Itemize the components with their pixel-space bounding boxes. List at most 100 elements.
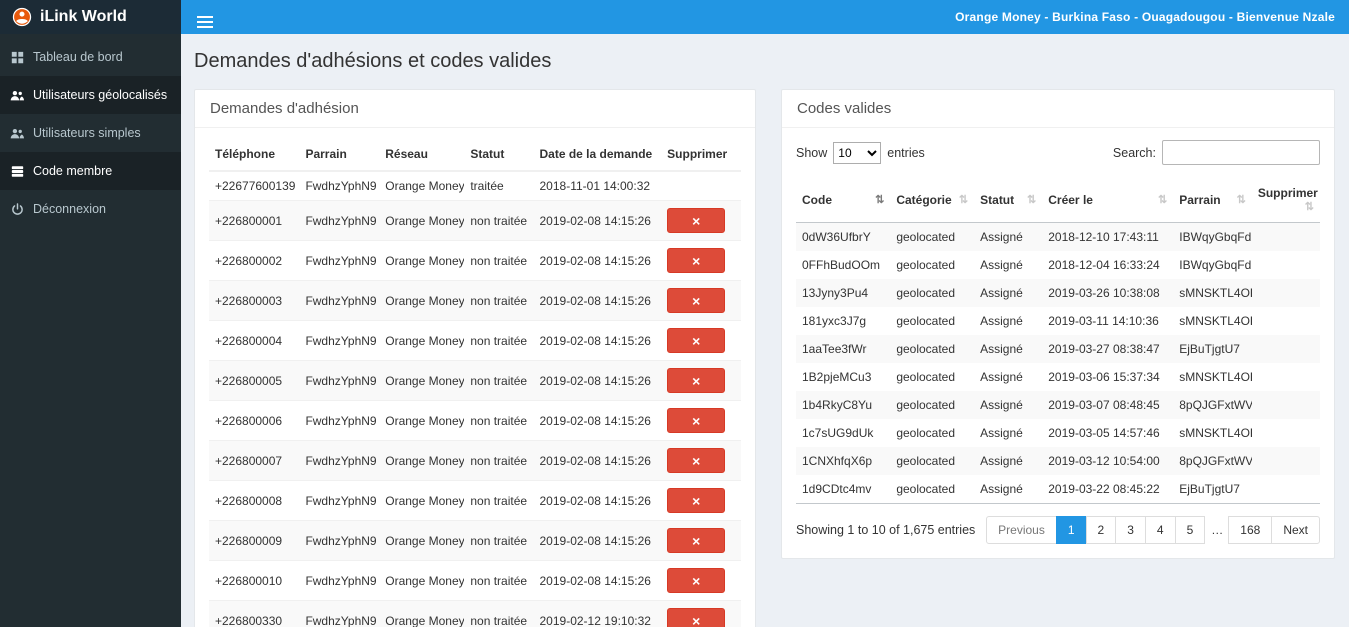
show-label: Show [796,145,828,160]
sidebar-item-utilisateurs-simples[interactable]: Utilisateurs simples [0,114,181,152]
pagination-next-button[interactable]: Next [1271,516,1320,544]
delete-cell: × [661,560,741,601]
statut-cell: non traitée [464,360,534,401]
sort-icon: ⇅ [875,193,885,206]
reseau-cell: Orange Money [379,600,465,627]
x-icon: × [692,332,701,349]
date-cell: 2019-03-26 10:38:08 [1048,286,1160,300]
codes-column-header-0[interactable]: Code ⇅ [796,177,891,223]
pagination-page-5[interactable]: 5 [1174,516,1206,544]
navbar: Orange Money - Burkina Faso - Ouagadougo… [181,0,1349,34]
sidebar: Tableau de bord Utilisateurs géolocalisés… [0,34,181,627]
adhesions-panel-title: Demandes d'adhésion [195,90,755,128]
reseau-cell: Orange Money [379,170,465,201]
codes-column-header-4[interactable]: Parrain ⇅ [1173,177,1252,223]
code-row: 1d9CDtc4mv geolocated Assigné 2019-03-22 08… [796,475,1320,504]
codes-column-header-2[interactable]: Statut ⇅ [974,177,1043,223]
date-cell: 2019-02-08 14:15:26 [533,280,662,321]
pagination-page-1[interactable]: 1 [1055,516,1087,544]
adhesions-panel-body: Téléphone Parrain Réseau Statut Date de la d… [195,128,755,627]
delete-button[interactable]: × [667,328,726,353]
date-cell: 2019-02-08 14:15:26 [533,200,662,241]
parrain-cell: sMNSKTL4OR [1179,426,1252,440]
date-cell: 2019-03-05 14:57:46 [1048,426,1160,440]
date-cell: 2019-03-27 08:38:47 [1048,342,1160,356]
date-cell: 2019-03-22 08:45:22 [1048,482,1160,496]
statut-cell: non traitée [464,560,534,601]
adhesion-row: +226800001 FwdhzYphN9 Orange Money non trai… [209,200,741,241]
phone-cell: +226800001 [209,200,300,241]
x-icon: × [692,372,701,389]
sidebar-item-label: Déconnexion [33,202,106,216]
adhesion-row: +226800006 FwdhzYphN9 Orange Money non trai… [209,400,741,441]
delete-button[interactable]: × [667,608,726,627]
adhesions-column-header-2: Réseau [379,138,465,172]
code-row: 0FFhBudOOm geolocated Assigné 2018-12-04 16… [796,251,1320,279]
codes-column-header-5[interactable]: Supprimer ⇅ [1251,177,1320,223]
categorie-cell: geolocated [896,342,956,356]
pagination-page-168[interactable]: 168 [1228,516,1273,544]
code-row: 181yxc3J7g geolocated Assigné 2019-03-11 14… [796,307,1320,335]
sort-icon: ⇅ [1027,193,1037,206]
sidebar-item-label: Tableau de bord [33,50,123,64]
pagination-ellipsis: … [1205,516,1229,544]
pagination-previous-button[interactable]: Previous [986,516,1057,544]
statut-cell: Assigné [980,258,1023,272]
statut-cell: non traitée [464,440,534,481]
codes-column-header-3[interactable]: Créer le ⇅ [1042,177,1174,223]
categorie-cell: geolocated [896,398,956,412]
column-label: Catégorie [896,192,952,207]
date-cell: 2019-02-08 14:15:26 [533,360,662,401]
statut-cell: non traitée [464,240,534,281]
code-cell: 1aaTee3fWr [802,342,867,356]
delete-button[interactable]: × [667,208,726,233]
geo-users-icon [10,89,24,102]
delete-button[interactable]: × [667,408,726,433]
search-control: Search: [1113,140,1320,165]
codes-panel-title: Codes valides [782,90,1334,128]
sidebar-item-tableau-de-bord[interactable]: Tableau de bord [0,38,181,76]
parrain-cell: FwdhzYphN9 [299,360,380,401]
codes-header-row: Code ⇅ Catégorie ⇅ Statut ⇅ Créer le ⇅ Parrain ⇅ S… [796,177,1320,223]
code-row: 1CNXhfqX6p geolocated Assigné 2019-03-12 10… [796,447,1320,475]
delete-cell: × [661,200,741,241]
statut-cell: non traitée [464,200,534,241]
user-info[interactable]: Orange Money - Burkina Faso - Ouagadougo… [955,10,1335,24]
delete-cell: × [661,480,741,521]
adhesions-column-header-5: Supprimer [661,138,741,172]
date-cell: 2019-03-06 15:37:34 [1048,370,1160,384]
pagination-page-4[interactable]: 4 [1144,516,1176,544]
code-cell: 1B2pjeMCu3 [802,370,872,384]
statut-cell: Assigné [980,286,1023,300]
delete-button[interactable]: × [667,248,726,273]
app-window: iLink World Orange Money - Burkina Faso … [0,0,1349,627]
delete-button[interactable]: × [667,528,726,553]
parrain-cell: FwdhzYphN9 [299,480,380,521]
sidebar-item-utilisateurs-geolocalises[interactable]: Utilisateurs géolocalisés [0,76,181,114]
categorie-cell: geolocated [896,454,956,468]
delete-button[interactable]: × [667,488,726,513]
statut-cell: Assigné [980,370,1023,384]
categorie-cell: geolocated [896,258,956,272]
codes-column-header-1[interactable]: Catégorie ⇅ [890,177,975,223]
delete-button[interactable]: × [667,568,726,593]
reseau-cell: Orange Money [379,400,465,441]
delete-button[interactable]: × [667,288,726,313]
page-length-select[interactable]: 10 [833,141,882,164]
categorie-cell: geolocated [896,286,956,300]
adhesions-panel: Demandes d'adhésion Téléphone Parrain Rése… [194,89,756,627]
pagination-page-2[interactable]: 2 [1085,516,1117,544]
pagination-page-3[interactable]: 3 [1115,516,1146,544]
delete-button[interactable]: × [667,368,726,393]
sidebar-item-deconnexion[interactable]: Déconnexion [0,190,181,228]
sidebar-item-code-membre[interactable]: Code membre [0,152,181,190]
delete-button[interactable]: × [667,448,726,473]
logout-icon [10,202,24,216]
sort-icon: ⇅ [1158,193,1168,206]
brand[interactable]: iLink World [0,0,181,34]
code-cell: 1b4RkyC8Yu [802,398,873,412]
app-logo-icon [12,7,32,27]
sidebar-toggle-button[interactable] [195,2,215,32]
column-label: Créer le [1048,192,1093,207]
search-input[interactable] [1162,140,1320,165]
